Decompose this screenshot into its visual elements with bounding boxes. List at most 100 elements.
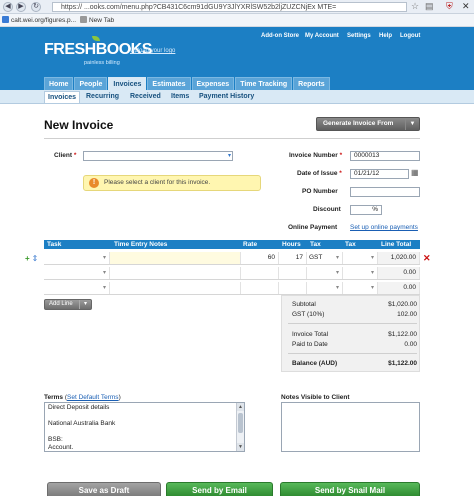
tax1-select[interactable]: ▾ [307, 282, 343, 294]
scroll-up-icon[interactable]: ▲ [237, 403, 244, 411]
tax-row: GST (10%) 102.00 [292, 311, 417, 318]
sub-navigation: Invoices Recurring Received Items Paymen… [0, 90, 474, 104]
chevron-down-icon[interactable]: ▼ [405, 118, 419, 130]
bookmark-item[interactable]: calt.wei.org/figures.p... [2, 16, 76, 25]
tab-people[interactable]: People [74, 77, 108, 90]
main-tabs: Home People Invoices Estimates Expenses … [44, 77, 330, 90]
tax1-select[interactable]: GST ▾ [307, 252, 343, 264]
subnav-recurring[interactable]: Recurring [83, 91, 122, 103]
send-by-snail-mail-button[interactable]: Send by Snail Mail [280, 482, 420, 496]
line-total: 1,020.00 [378, 252, 420, 264]
hours-input[interactable] [279, 282, 307, 294]
notes-label: Notes Visible to Client [281, 394, 350, 401]
tax1-select[interactable]: ▾ [307, 267, 343, 279]
toplink-logout[interactable]: Logout [400, 33, 420, 39]
set-default-terms-link[interactable]: Set Default Terms [67, 394, 119, 401]
notes-input[interactable] [110, 282, 241, 294]
toplink-addon-store[interactable]: Add-on Store [261, 33, 299, 39]
totals-panel: Subtotal $1,020.00 GST (10%) 102.00 Invoic… [281, 295, 420, 372]
task-select[interactable]: ▾ [44, 252, 110, 264]
invoice-total-row: Invoice Total $1,122.00 [292, 331, 417, 338]
table-row: ▾ ▾ ▾ 0.00 [44, 281, 420, 295]
subnav-received[interactable]: Received [127, 91, 164, 103]
scroll-down-icon[interactable]: ▼ [237, 443, 244, 451]
bookmark-item[interactable]: New Tab [80, 16, 114, 25]
setup-online-payments-link[interactable]: Set up online payments [350, 224, 418, 231]
terms-scrollbar[interactable]: ▲ ▼ [236, 403, 244, 451]
page-title: New Invoice [44, 118, 114, 132]
send-by-email-button[interactable]: Send by Email [166, 482, 273, 496]
tax2-select[interactable]: ▾ [343, 282, 378, 294]
client-select[interactable]: ▾ [83, 151, 233, 161]
back-icon[interactable]: ◀ [3, 2, 13, 12]
divider [288, 353, 417, 354]
warning-icon: ! [89, 178, 99, 188]
chevron-down-icon: ▾ [227, 153, 231, 159]
task-select[interactable]: ▾ [44, 282, 110, 294]
tax2-select[interactable]: ▾ [343, 267, 378, 279]
generate-invoice-from-button[interactable]: Generate Invoice From ▼ [316, 117, 420, 131]
subnav-invoices[interactable]: Invoices [44, 91, 81, 103]
tab-time-tracking[interactable]: Time Tracking [235, 77, 293, 90]
divider [288, 323, 417, 324]
rate-input[interactable]: 60 [241, 252, 279, 264]
chevron-down-icon[interactable]: ▾ [79, 300, 91, 309]
star-icon[interactable]: ☆ [411, 1, 419, 12]
toplink-my-account[interactable]: My Account [305, 33, 339, 39]
hours-input[interactable]: 17 [279, 252, 307, 264]
save-as-draft-button[interactable]: Save as Draft [47, 482, 161, 496]
terms-label: Terms (Set Default Terms) [44, 394, 121, 401]
delete-row-icon[interactable]: ✕ [423, 253, 431, 264]
toplink-help[interactable]: Help [379, 33, 392, 39]
row-tools: + ⇕ [25, 254, 38, 263]
date-input[interactable]: 01/21/12 [350, 169, 409, 179]
online-payment-label: Online Payment [288, 224, 338, 231]
line-items-header: Task Time Entry Notes Rate Hours Tax Tax… [44, 240, 420, 249]
date-label: Date of Issue * [297, 170, 342, 177]
notes-textarea[interactable] [281, 402, 420, 452]
page-icon[interactable]: ▤ [425, 1, 434, 12]
reload-icon[interactable]: ↻ [31, 2, 41, 12]
po-number-label: PO Number [302, 188, 338, 195]
hours-input[interactable] [279, 267, 307, 279]
invoice-number-label: Invoice Number * [289, 152, 343, 159]
forward-icon[interactable]: ▶ [16, 2, 26, 12]
invoice-number-input[interactable]: 0000013 [350, 151, 420, 161]
add-line-button[interactable]: Add Line ▾ [44, 299, 92, 310]
add-row-icon[interactable]: + [25, 254, 30, 263]
paid-to-date-row: Paid to Date 0.00 [292, 341, 417, 348]
logo-tagline: painless billing [84, 60, 120, 66]
col-tax1: Tax [310, 241, 321, 248]
toplink-settings[interactable]: Settings [347, 33, 371, 39]
po-number-input[interactable] [350, 187, 420, 197]
line-total: 0.00 [378, 267, 420, 279]
discount-input[interactable]: % [350, 205, 382, 215]
tab-reports[interactable]: Reports [293, 77, 330, 90]
tab-invoices[interactable]: Invoices [108, 77, 147, 90]
col-hours: Hours [282, 241, 301, 248]
subnav-payment-history[interactable]: Payment History [196, 91, 257, 103]
rate-input[interactable] [241, 282, 279, 294]
reorder-icon[interactable]: ⇕ [32, 254, 39, 263]
calendar-icon[interactable]: ▦ [411, 168, 419, 177]
task-select[interactable]: ▾ [44, 267, 110, 279]
upload-logo-link[interactable]: Upload your logo [130, 48, 175, 54]
tab-home[interactable]: Home [44, 77, 74, 90]
terms-textarea[interactable]: Direct Deposit details National Australi… [44, 402, 245, 452]
table-row: ▾ 60 17 GST ▾ ▾ 1,020.00 [44, 251, 420, 265]
tab-expenses[interactable]: Expenses [191, 77, 235, 90]
rate-input[interactable] [241, 267, 279, 279]
balance-row: Balance (AUD) $1,122.00 [292, 360, 417, 367]
address-bar[interactable]: https:// ...ooks.com/menu.php?CB431C6cm9… [52, 2, 407, 12]
table-row: ▾ ▾ ▾ 0.00 [44, 266, 420, 280]
close-icon[interactable]: ✕ [462, 1, 470, 12]
shield-icon[interactable]: ⛨ [446, 1, 453, 12]
notes-input[interactable] [110, 252, 241, 264]
client-warning: ! Please select a client for this invoic… [83, 175, 261, 191]
divider [44, 138, 420, 139]
scroll-thumb[interactable] [238, 413, 243, 433]
subnav-items[interactable]: Items [168, 91, 192, 103]
notes-input[interactable] [110, 267, 241, 279]
tax2-select[interactable]: ▾ [343, 252, 378, 264]
tab-estimates[interactable]: Estimates [147, 77, 191, 90]
